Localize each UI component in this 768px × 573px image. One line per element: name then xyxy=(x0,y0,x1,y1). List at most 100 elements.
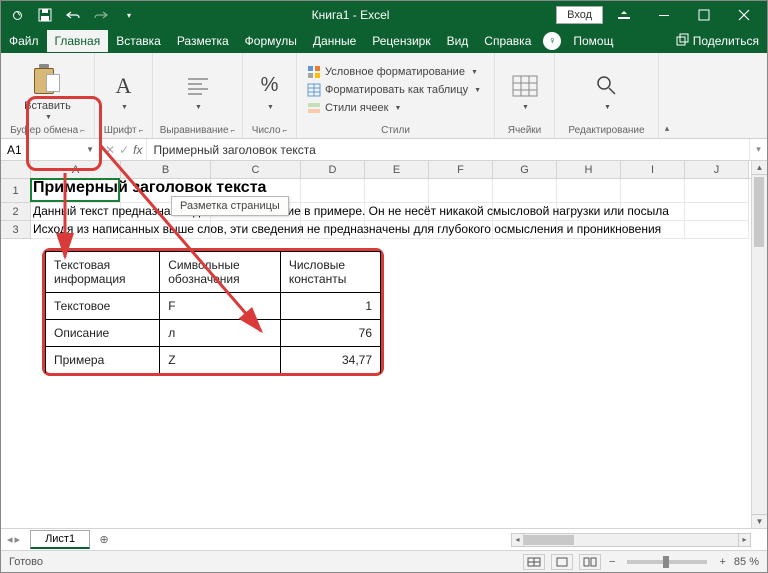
tab-review[interactable]: Рецензирк xyxy=(364,30,438,52)
redo-icon[interactable] xyxy=(91,5,111,25)
login-button[interactable]: Вход xyxy=(556,6,603,24)
scroll-left-icon[interactable]: ◂ xyxy=(512,534,524,546)
col-header[interactable]: H xyxy=(557,161,621,178)
col-header[interactable]: G xyxy=(493,161,557,178)
tab-file[interactable]: Файл xyxy=(1,30,47,52)
formula-bar[interactable]: Примерный заголовок текста xyxy=(147,139,749,160)
number-button[interactable]: %▼ xyxy=(250,68,290,113)
autosave-icon[interactable] xyxy=(7,5,27,25)
zoom-level[interactable]: 85 % xyxy=(734,556,759,568)
minimize-button[interactable] xyxy=(645,1,683,29)
table-cell: 34,77 xyxy=(280,347,380,374)
fx-icon[interactable]: fx xyxy=(133,143,142,157)
col-header[interactable]: F xyxy=(429,161,493,178)
close-button[interactable] xyxy=(725,1,763,29)
tab-insert[interactable]: Вставка xyxy=(108,30,169,52)
vertical-scrollbar[interactable]: ▲ ▼ xyxy=(751,161,767,528)
tab-view[interactable]: Вид xyxy=(439,30,477,52)
col-header[interactable]: I xyxy=(621,161,685,178)
collapse-ribbon-button[interactable]: ▴ xyxy=(659,53,675,138)
table-cell: F xyxy=(160,293,281,320)
table-header: Символьные обозначения xyxy=(160,252,281,293)
qat-dropdown-icon[interactable]: ▾ xyxy=(119,5,139,25)
format-as-table-button[interactable]: Форматировать как таблицу▼ xyxy=(303,82,488,98)
tooltip: Разметка страницы xyxy=(171,196,289,216)
table-header: Числовые константы xyxy=(280,252,380,293)
add-sheet-button[interactable]: ⊕ xyxy=(94,530,114,550)
percent-icon: % xyxy=(254,70,286,102)
cell-styles-icon xyxy=(307,101,321,115)
undo-icon[interactable] xyxy=(63,5,83,25)
chevron-down-icon: ▼ xyxy=(45,114,52,121)
dialog-launcher-icon[interactable]: ⌐ xyxy=(231,126,236,135)
horizontal-scrollbar[interactable]: ◂ ▸ xyxy=(511,533,751,547)
cell-a1: Примерный заголовок текста xyxy=(33,179,266,197)
row-header[interactable]: 2 xyxy=(1,203,31,221)
zoom-out-button[interactable]: − xyxy=(607,556,617,568)
ribbon-options-icon[interactable] xyxy=(605,1,643,29)
cancel-formula-icon[interactable]: ✕ xyxy=(105,143,115,157)
search-icon xyxy=(591,70,623,102)
sheet-nav[interactable]: ◂▸ xyxy=(1,533,26,546)
page-break-view-button[interactable] xyxy=(579,554,601,570)
share-icon xyxy=(675,33,689,50)
scroll-right-icon[interactable]: ▸ xyxy=(738,534,750,546)
cell-a3: Исходя из написанных выше слов, эти свед… xyxy=(33,222,661,236)
table-cell: Текстовое xyxy=(46,293,160,320)
table-icon xyxy=(307,83,321,97)
paste-button[interactable]: Вставить ▼ xyxy=(20,58,75,123)
col-header[interactable]: A xyxy=(31,161,121,178)
row-header[interactable]: 1 xyxy=(1,179,31,203)
align-icon xyxy=(182,70,214,102)
alignment-button[interactable]: ▼ xyxy=(178,68,218,113)
col-header[interactable]: C xyxy=(211,161,301,178)
status-ready: Готово xyxy=(9,556,43,568)
font-button[interactable]: A▼ xyxy=(104,68,144,113)
scroll-down-icon[interactable]: ▼ xyxy=(752,514,767,528)
enter-formula-icon[interactable]: ✓ xyxy=(119,143,129,157)
table-cell: Z xyxy=(160,347,281,374)
table-header: Текстовая информация xyxy=(46,252,160,293)
cond-format-icon xyxy=(307,65,321,79)
dialog-launcher-icon[interactable]: ⌐ xyxy=(283,126,288,135)
zoom-slider[interactable] xyxy=(627,560,707,564)
tab-home[interactable]: Главная xyxy=(47,30,109,52)
col-header[interactable]: B xyxy=(121,161,211,178)
sheet-tab[interactable]: Лист1 xyxy=(30,530,90,549)
tab-layout[interactable]: Разметка xyxy=(169,30,237,52)
normal-view-button[interactable] xyxy=(523,554,545,570)
cells-icon xyxy=(509,70,541,102)
scroll-up-icon[interactable]: ▲ xyxy=(752,161,767,175)
name-box[interactable]: A1▼ xyxy=(1,139,101,160)
cell-styles-button[interactable]: Стили ячеек▼ xyxy=(303,100,488,116)
table-cell: Примера xyxy=(46,347,160,374)
col-header[interactable]: E xyxy=(365,161,429,178)
page-layout-view-button[interactable] xyxy=(551,554,573,570)
col-header[interactable]: D xyxy=(301,161,365,178)
dialog-launcher-icon[interactable]: ⌐ xyxy=(139,126,144,135)
scroll-thumb[interactable] xyxy=(524,535,574,545)
tab-help[interactable]: Справка xyxy=(476,30,539,52)
chevron-down-icon[interactable]: ▼ xyxy=(86,145,94,154)
select-all-corner[interactable] xyxy=(1,161,31,178)
conditional-formatting-button[interactable]: Условное форматирование▼ xyxy=(303,64,488,80)
expand-formula-bar-button[interactable]: ▾ xyxy=(749,139,767,160)
dialog-launcher-icon[interactable]: ⌐ xyxy=(80,126,85,135)
embedded-table: Текстовая информация Символьные обозначе… xyxy=(42,248,384,376)
tab-formulas[interactable]: Формулы xyxy=(237,30,305,52)
zoom-in-button[interactable]: + xyxy=(717,556,727,568)
tab-tellme[interactable]: Помощ xyxy=(565,30,621,52)
scroll-thumb[interactable] xyxy=(754,177,764,247)
maximize-button[interactable] xyxy=(685,1,723,29)
tellme-icon[interactable]: ♀ xyxy=(543,32,561,50)
save-icon[interactable] xyxy=(35,5,55,25)
tab-data[interactable]: Данные xyxy=(305,30,364,52)
col-header[interactable]: J xyxy=(685,161,749,178)
row-header[interactable]: 3 xyxy=(1,221,31,239)
editing-button[interactable]: ▼ xyxy=(587,68,627,113)
cells-button[interactable]: ▼ xyxy=(505,68,545,113)
cells-area[interactable]: Примерный заголовок текста Данный текст … xyxy=(31,179,767,239)
table-cell: л xyxy=(160,320,281,347)
clipboard-icon xyxy=(34,64,60,94)
share-button[interactable]: Поделиться xyxy=(667,33,767,50)
